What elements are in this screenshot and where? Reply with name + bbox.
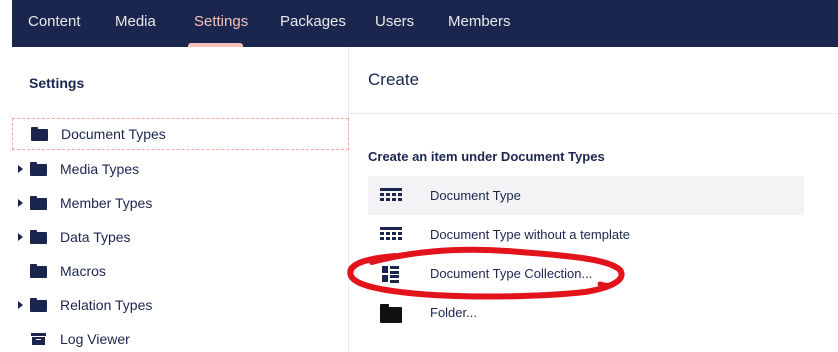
folder-icon	[30, 196, 47, 210]
tree-item-label: Macros	[60, 263, 106, 279]
option-label: Document Type without a template	[430, 227, 630, 242]
folder-icon	[30, 298, 47, 312]
folder-icon	[380, 303, 402, 323]
tree-item-data-types[interactable]: Data Types	[12, 221, 349, 253]
folder-icon	[31, 127, 48, 141]
tab-members[interactable]: Members	[430, 0, 530, 47]
tab-media[interactable]: Media	[93, 0, 170, 47]
create-subtitle: Create an item under Document Types	[368, 149, 605, 164]
option-label: Document Type	[430, 188, 521, 203]
create-option-document-type-collection[interactable]: Document Type Collection...	[368, 254, 804, 293]
tree-item-label: Data Types	[60, 229, 131, 245]
page-title: Create	[368, 70, 420, 89]
tree-item-label: Media Types	[60, 161, 140, 177]
document-type-icon	[380, 186, 402, 206]
section-tabs: Content Media Settings Packages Users Me…	[12, 0, 530, 47]
tree-item-macros[interactable]: Macros	[12, 255, 349, 287]
expand-caret-icon[interactable]	[16, 199, 24, 207]
expand-caret-icon[interactable]	[16, 165, 24, 173]
folder-icon	[30, 162, 47, 176]
tree-item-label: Member Types	[60, 195, 153, 211]
folder-icon	[30, 230, 47, 244]
collection-icon	[380, 264, 402, 284]
option-label: Document Type Collection...	[430, 266, 593, 281]
tree-item-member-types[interactable]: Member Types	[12, 187, 349, 219]
option-label: Folder...	[430, 305, 477, 320]
folder-icon	[30, 264, 47, 278]
tree-item-label: Log Viewer	[60, 331, 130, 347]
tab-settings[interactable]: Settings	[170, 0, 261, 47]
settings-tree: Settings Document Types Media Types Memb…	[12, 47, 349, 352]
tree-item-label: Document Types	[61, 126, 166, 142]
tree-item-log-viewer[interactable]: Log Viewer	[12, 323, 349, 352]
tree-item-document-types[interactable]: Document Types	[12, 118, 349, 150]
tab-content[interactable]: Content	[12, 0, 93, 47]
create-panel: Create Create an item under Document Typ…	[350, 47, 838, 352]
create-option-folder[interactable]: Folder...	[368, 293, 804, 332]
document-type-icon	[380, 225, 402, 245]
top-navigation-bar: Content Media Settings Packages Users Me…	[12, 0, 838, 47]
tab-users[interactable]: Users	[357, 0, 430, 47]
create-option-document-type-without-template[interactable]: Document Type without a template	[368, 215, 804, 254]
tree-item-media-types[interactable]: Media Types	[12, 153, 349, 185]
tree-item-label: Relation Types	[60, 297, 153, 313]
tree-header: Settings	[29, 75, 85, 91]
expand-caret-icon[interactable]	[16, 301, 24, 309]
tree-item-relation-types[interactable]: Relation Types	[12, 289, 349, 321]
tab-packages[interactable]: Packages	[261, 0, 357, 47]
create-panel-header: Create	[350, 47, 838, 114]
expand-caret-icon[interactable]	[16, 233, 24, 241]
create-option-document-type[interactable]: Document Type	[368, 176, 804, 215]
archive-icon	[30, 332, 47, 346]
